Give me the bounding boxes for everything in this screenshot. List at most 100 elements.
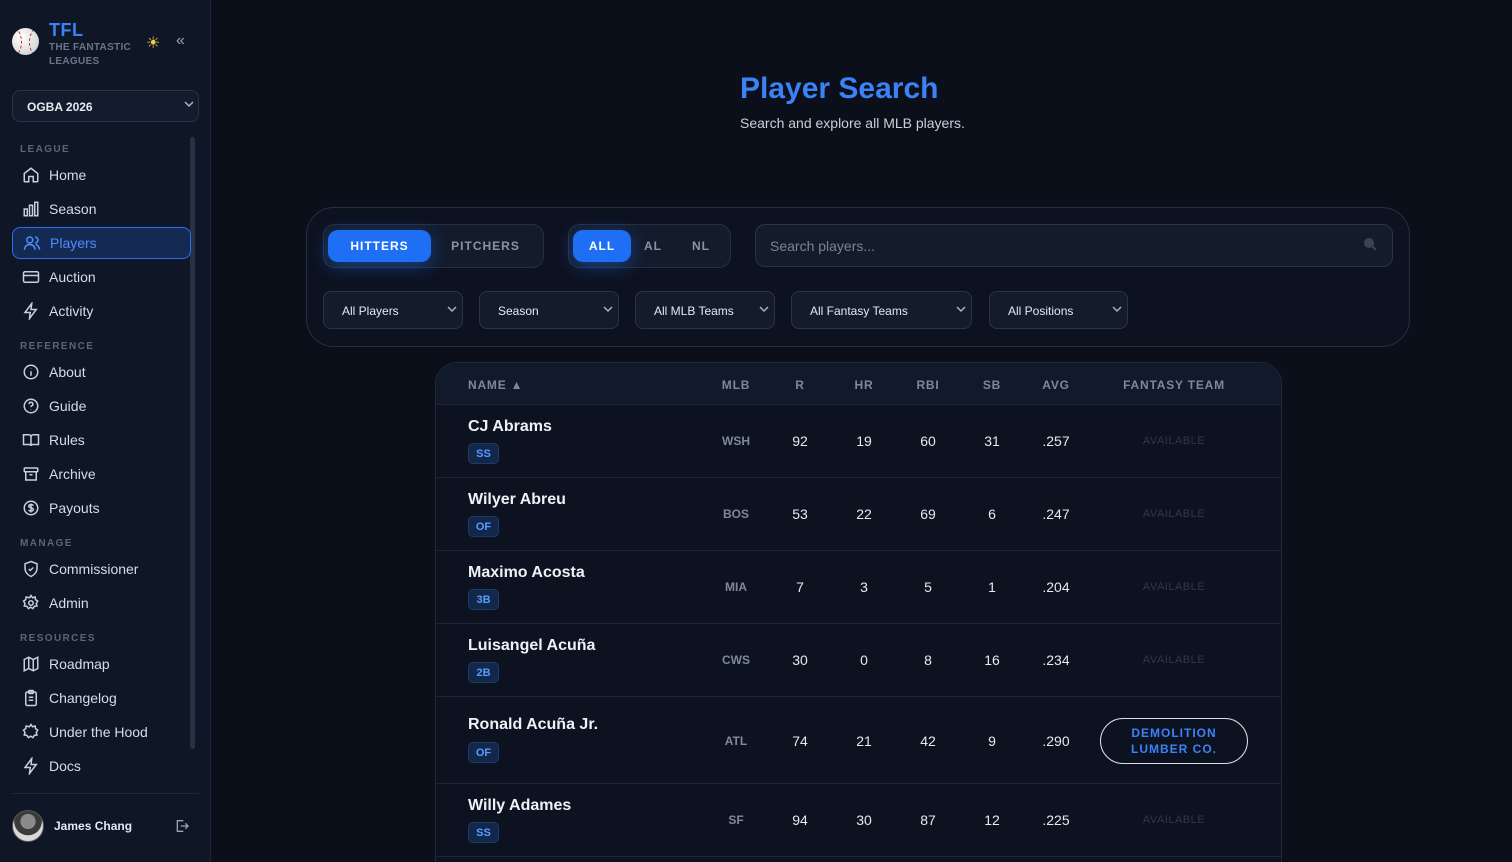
mlb-team-cell: MIA bbox=[725, 580, 747, 594]
avatar[interactable] bbox=[12, 810, 44, 842]
brand-subtitle: THE FANTASTIC LEAGUES bbox=[49, 42, 132, 67]
sidebar-item-label: Guide bbox=[49, 398, 87, 414]
sidebar-item-season[interactable]: Season bbox=[12, 193, 191, 225]
fantasy-team-button[interactable]: DEMOLITION LUMBER CO. bbox=[1100, 718, 1248, 764]
sidebar-item-roadmap[interactable]: Roadmap bbox=[12, 648, 191, 680]
table-row[interactable]: Willy Adames SS SF 94 30 87 12 .225 AVAI… bbox=[436, 784, 1281, 857]
batting-average-cell: .234 bbox=[1042, 652, 1070, 668]
batting-average-cell: .204 bbox=[1042, 579, 1070, 595]
sidebar-item-activity[interactable]: Activity bbox=[12, 295, 191, 327]
sidebar-item-payouts[interactable]: Payouts bbox=[12, 492, 191, 524]
sidebar-item-players[interactable]: Players bbox=[12, 227, 191, 259]
rbi-cell: 87 bbox=[920, 812, 936, 828]
chevron-down-icon bbox=[759, 306, 769, 313]
season-filter-select[interactable]: Season bbox=[479, 291, 619, 329]
sidebar-item-admin[interactable]: Admin bbox=[12, 587, 191, 619]
player-name[interactable]: Luisangel Acuña bbox=[468, 637, 595, 655]
rbi-cell: 5 bbox=[924, 579, 932, 595]
position-badge: SS bbox=[468, 443, 499, 464]
player-name[interactable]: Ronald Acuña Jr. bbox=[468, 716, 598, 734]
player-name[interactable]: Willy Adames bbox=[468, 797, 571, 815]
table-row[interactable]: Wilyer Abreu OF BOS 53 22 69 6 .247 AVAI… bbox=[436, 478, 1281, 551]
player-name[interactable]: CJ Abrams bbox=[468, 418, 552, 436]
gear-icon bbox=[22, 594, 39, 610]
sidebar-item-label: About bbox=[49, 364, 86, 380]
mlb-team-cell: SF bbox=[728, 813, 744, 827]
table-row[interactable]: CJ Abrams SS WSH 92 19 60 31 .257 AVAILA… bbox=[436, 405, 1281, 478]
chevron-down-icon bbox=[956, 306, 966, 313]
fantasy-team-status: AVAILABLE bbox=[1142, 581, 1206, 593]
table-row[interactable]: Maximo Acosta 3B MIA 7 3 5 1 .204 AVAILA… bbox=[436, 551, 1281, 624]
players-filter-select[interactable]: All Players bbox=[323, 291, 463, 329]
sidebar-item-rules[interactable]: Rules bbox=[12, 424, 191, 456]
home-runs-cell: 19 bbox=[856, 433, 872, 449]
search-input[interactable] bbox=[755, 224, 1393, 267]
sidebar-item-auction[interactable]: Auction bbox=[12, 261, 191, 293]
table-header: NAME ▲ MLB R HR RBI SB AVG FANTASY TEAM bbox=[436, 363, 1281, 405]
league-select-value: OGBA 2026 bbox=[27, 100, 93, 114]
sidebar-item-guide[interactable]: Guide bbox=[12, 390, 191, 422]
sidebar-item-about[interactable]: About bbox=[12, 356, 191, 388]
player-name[interactable]: Wilyer Abreu bbox=[468, 491, 566, 509]
stolen-bases-cell: 9 bbox=[988, 733, 996, 749]
fantasy-team-status: AVAILABLE bbox=[1142, 814, 1206, 826]
league-al-button[interactable]: AL bbox=[633, 230, 673, 262]
mlb-team-cell: CWS bbox=[722, 653, 750, 667]
column-header-name[interactable]: NAME ▲ bbox=[468, 378, 523, 392]
sidebar-item-changelog[interactable]: Changelog bbox=[12, 682, 191, 714]
mlb-team-cell: WSH bbox=[722, 434, 750, 448]
users-icon bbox=[23, 236, 41, 250]
sidebar-item-label: Changelog bbox=[49, 690, 117, 706]
logout-icon[interactable] bbox=[174, 818, 190, 834]
brand-title: TFL bbox=[49, 20, 84, 40]
sidebar-item-label: Roadmap bbox=[49, 656, 110, 672]
column-header-mlb[interactable]: MLB bbox=[722, 378, 750, 392]
column-header-rbi[interactable]: RBI bbox=[916, 378, 939, 392]
batting-average-cell: .225 bbox=[1042, 812, 1070, 828]
sidebar-item-archive[interactable]: Archive bbox=[12, 458, 191, 490]
pitchers-button[interactable]: PITCHERS bbox=[434, 230, 537, 262]
fantasy-team-filter-select[interactable]: All Fantasy Teams bbox=[791, 291, 972, 329]
sidebar-item-home[interactable]: Home bbox=[12, 159, 191, 191]
column-header-r[interactable]: R bbox=[795, 378, 804, 392]
position-filter-value: All Positions bbox=[1008, 304, 1074, 318]
league-select[interactable]: OGBA 2026 bbox=[12, 90, 199, 122]
sidebar-item-commissioner[interactable]: Commissioner bbox=[12, 553, 191, 585]
bolt-icon bbox=[23, 757, 38, 775]
sun-icon[interactable]: ☀ bbox=[146, 33, 160, 53]
dollar-circle-icon bbox=[23, 500, 39, 516]
column-header-hr[interactable]: HR bbox=[855, 378, 874, 392]
baseball-logo-icon bbox=[12, 28, 39, 55]
section-label-manage: MANAGE bbox=[20, 538, 73, 549]
sidebar-item-label: Commissioner bbox=[49, 561, 139, 577]
sidebar-item-docs[interactable]: Docs bbox=[12, 750, 191, 782]
section-label-resources: RESOURCES bbox=[20, 633, 96, 644]
rbi-cell: 42 bbox=[920, 733, 936, 749]
chevron-down-icon bbox=[447, 306, 457, 313]
mlb-team-filter-select[interactable]: All MLB Teams bbox=[635, 291, 775, 329]
column-header-fantasy-team[interactable]: FANTASY TEAM bbox=[1123, 378, 1225, 392]
archive-icon bbox=[23, 467, 39, 481]
table-row[interactable]: Luisangel Acuña 2B CWS 30 0 8 16 .234 AV… bbox=[436, 624, 1281, 697]
search-icon[interactable] bbox=[1363, 237, 1377, 251]
player-name[interactable]: Maximo Acosta bbox=[468, 564, 585, 582]
position-badge: OF bbox=[468, 742, 499, 763]
home-icon bbox=[23, 167, 39, 183]
brand[interactable]: TFL THE FANTASTIC LEAGUES ☀ « bbox=[12, 20, 202, 70]
league-all-button[interactable]: ALL bbox=[573, 230, 631, 262]
sidebar-divider bbox=[12, 793, 199, 794]
sidebar-item-under-the-hood[interactable]: Under the Hood bbox=[12, 716, 191, 748]
position-badge: 3B bbox=[468, 589, 499, 610]
league-nl-button[interactable]: NL bbox=[677, 230, 725, 262]
hitters-button[interactable]: HITTERS bbox=[328, 230, 431, 262]
column-header-avg[interactable]: AVG bbox=[1042, 378, 1070, 392]
chevron-down-icon bbox=[603, 306, 613, 313]
position-badge: 2B bbox=[468, 662, 499, 683]
shield-check-icon bbox=[24, 560, 38, 578]
column-header-sb[interactable]: SB bbox=[983, 378, 1001, 392]
collapse-sidebar-icon[interactable]: « bbox=[176, 32, 185, 50]
table-row[interactable]: Ronald Acuña Jr. OF ATL 74 21 42 9 .290 … bbox=[436, 697, 1281, 784]
position-filter-select[interactable]: All Positions bbox=[989, 291, 1128, 329]
rbi-cell: 60 bbox=[920, 433, 936, 449]
clipboard-icon bbox=[25, 689, 37, 707]
